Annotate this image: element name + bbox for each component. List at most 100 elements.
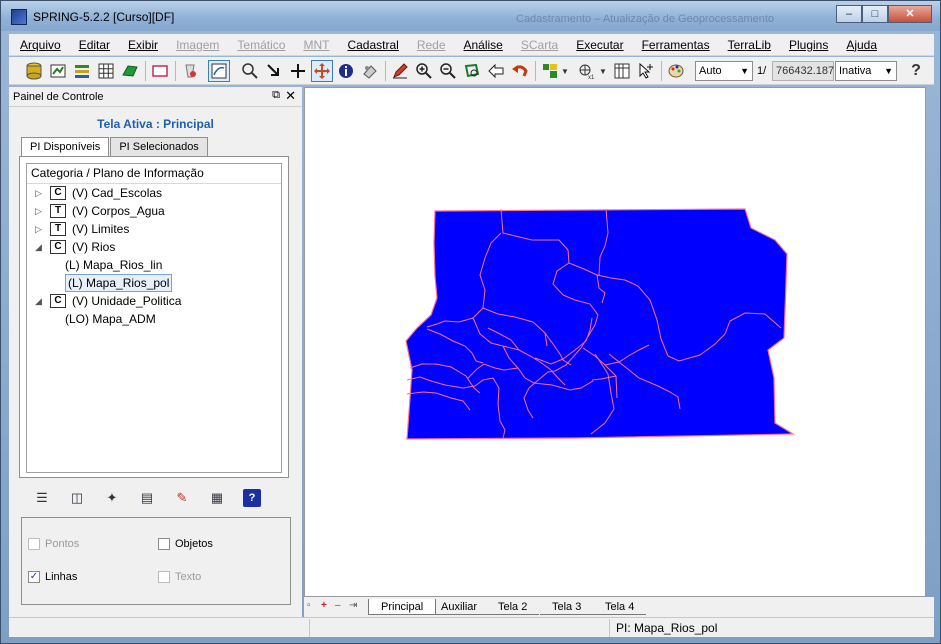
state-select[interactable]: Inativa ▼ [835, 61, 897, 81]
help-icon[interactable]: ? [905, 60, 927, 82]
zoom-area-icon[interactable] [461, 60, 483, 82]
scale-prefix: 1/ [757, 65, 767, 77]
close-panel-icon[interactable]: ✕ [285, 88, 296, 104]
scale-field[interactable]: 766432.187 [772, 61, 834, 81]
tab-auxiliar[interactable]: Auxiliar [429, 599, 490, 615]
menu-editar[interactable]: Editar [68, 38, 117, 52]
panel-title: Painel de Controle [13, 91, 104, 103]
close-button[interactable]: ✕ [888, 5, 932, 23]
cursor-plus-icon[interactable] [635, 60, 657, 82]
tab-first-icon[interactable]: ▫ [307, 600, 311, 611]
menu-executar[interactable]: Executar [565, 38, 630, 52]
chevron-down-icon: ▼ [884, 66, 893, 76]
lines-checkbox[interactable]: ✓ Linhas [28, 571, 77, 583]
tab-principal[interactable]: Principal [368, 599, 437, 615]
collapse-icon[interactable]: ◢ [35, 292, 42, 310]
info-icon[interactable] [335, 60, 357, 82]
menu-scarta[interactable]: SCarta [510, 38, 565, 52]
tree-item-mapa-rios-lin[interactable]: (L) Mapa_Rios_lin [27, 256, 281, 274]
minimize-button[interactable]: – [836, 5, 862, 23]
expand-icon[interactable]: ▷ [35, 202, 42, 220]
select-dropdown-icon[interactable]: ▼ [597, 60, 609, 82]
layout-icon[interactable] [539, 60, 561, 82]
menu-exibir[interactable]: Exibir [117, 38, 165, 52]
panel-toolbar: ☰ ◫ ✦ ▤ ✎ ▦ ? [33, 489, 283, 509]
table-icon[interactable] [611, 60, 633, 82]
help-icon[interactable]: ? [243, 489, 261, 507]
menu-cadastral[interactable]: Cadastral [336, 38, 405, 52]
expand-icon[interactable]: ▷ [35, 184, 42, 202]
query-icon[interactable]: ◫ [68, 489, 86, 507]
zoom-in-icon[interactable] [413, 60, 435, 82]
add-tab-icon[interactable]: + [321, 600, 327, 611]
visual-icon[interactable]: ✦ [103, 489, 121, 507]
title-bar[interactable]: SPRING-5.2.2 [Curso][DF] Cadastramento –… [1, 1, 940, 31]
menu-plugins[interactable]: Plugins [778, 38, 835, 52]
screen-tab-bar: ▫ + – ⇥ Principal Auxiliar Tela 2 Tela 3… [304, 597, 934, 617]
collapse-icon[interactable]: ◢ [35, 238, 42, 256]
tree-item-mapa-rios-pol[interactable]: (L) Mapa_Rios_pol [27, 274, 281, 292]
tab-tela-2[interactable]: Tela 2 [486, 599, 540, 615]
edit-pencil-icon[interactable]: ✎ [173, 489, 191, 507]
tab-last-icon[interactable]: ⇥ [349, 600, 357, 611]
expand-icon[interactable]: ▷ [35, 220, 42, 238]
app-window: SPRING-5.2.2 [Curso][DF] Cadastramento –… [0, 0, 941, 644]
chevron-down-icon: ▼ [740, 66, 749, 76]
map-canvas[interactable] [304, 87, 926, 597]
layers-icon[interactable] [71, 60, 93, 82]
grid-icon[interactable] [95, 60, 117, 82]
display-options: Pontos Objetos ✓ Linhas Texto [21, 517, 291, 605]
zoom-mode-select[interactable]: Auto ▼ [695, 61, 753, 81]
undo-icon[interactable] [509, 60, 531, 82]
edit-object-icon[interactable] [359, 60, 381, 82]
active-screen-label: Tela Ativa : Principal [97, 117, 214, 131]
select-point-icon[interactable]: x1 [575, 60, 597, 82]
zoom-out-icon[interactable] [437, 60, 459, 82]
pencil-icon[interactable] [389, 60, 411, 82]
menu-ferramentas[interactable]: Ferramentas [631, 38, 717, 52]
menu-arquivo[interactable]: Arquivo [9, 38, 68, 52]
objects-checkbox[interactable]: Objetos [158, 538, 213, 550]
map-polygon[interactable] [405, 208, 796, 440]
database-icon[interactable] [23, 60, 45, 82]
palette-icon[interactable] [665, 60, 687, 82]
tree-item-mapa-adm[interactable]: (LO) Mapa_ADM [27, 310, 281, 328]
panel-header: Painel de Controle ⧉ ✕ [9, 87, 302, 107]
menu-ajuda[interactable]: Ajuda [835, 38, 884, 52]
menu-mnt[interactable]: MNT [292, 38, 336, 52]
control-panel: Painel de Controle ⧉ ✕ Tela Ativa : Prin… [9, 87, 302, 619]
tab-tela-3[interactable]: Tela 3 [540, 599, 594, 615]
tree-item-cad-escolas[interactable]: ▷ C (V) Cad_Escolas [27, 184, 281, 202]
tree-item-corpos-agua[interactable]: ▷ T (V) Corpos_Agua [27, 202, 281, 220]
tree-item-rios[interactable]: ◢ C (V) Rios [27, 238, 281, 256]
screen-icon[interactable] [149, 60, 171, 82]
legend-icon[interactable]: ▤ [138, 489, 156, 507]
tab-tela-4[interactable]: Tela 4 [593, 599, 647, 615]
menu-rede[interactable]: Rede [406, 38, 453, 52]
menu-tematico[interactable]: Temático [226, 38, 292, 52]
layout-dropdown-icon[interactable]: ▼ [559, 60, 571, 82]
clear-display-icon[interactable] [179, 60, 201, 82]
maximize-button[interactable]: □ [862, 5, 888, 23]
draw-icon[interactable] [208, 60, 230, 82]
list-icon[interactable]: ☰ [33, 489, 51, 507]
tab-pi-selecionados[interactable]: PI Selecionados [110, 137, 208, 157]
crosshair-icon[interactable] [287, 60, 309, 82]
attributes-icon[interactable]: ▦ [208, 489, 226, 507]
menu-terralib[interactable]: TerraLib [717, 38, 778, 52]
tab-pi-disponiveis[interactable]: PI Disponíveis [21, 137, 110, 157]
remove-tab-icon[interactable]: – [335, 600, 341, 611]
menu-imagem[interactable]: Imagem [165, 38, 226, 52]
back-arrow-icon[interactable] [485, 60, 507, 82]
arrow-down-right-icon[interactable] [263, 60, 285, 82]
search-icon[interactable] [239, 60, 261, 82]
tree-item-unidade-politica[interactable]: ◢ C (V) Unidade_Politica [27, 292, 281, 310]
project-icon[interactable] [47, 60, 69, 82]
text-checkbox[interactable]: Texto [158, 571, 201, 583]
menu-analise[interactable]: Análise [453, 38, 510, 52]
float-panel-icon[interactable]: ⧉ [272, 89, 280, 102]
tree-item-limites[interactable]: ▷ T (V) Limites [27, 220, 281, 238]
pan-icon[interactable] [311, 60, 333, 82]
points-checkbox[interactable]: Pontos [28, 538, 79, 550]
polygon-icon[interactable] [119, 60, 141, 82]
